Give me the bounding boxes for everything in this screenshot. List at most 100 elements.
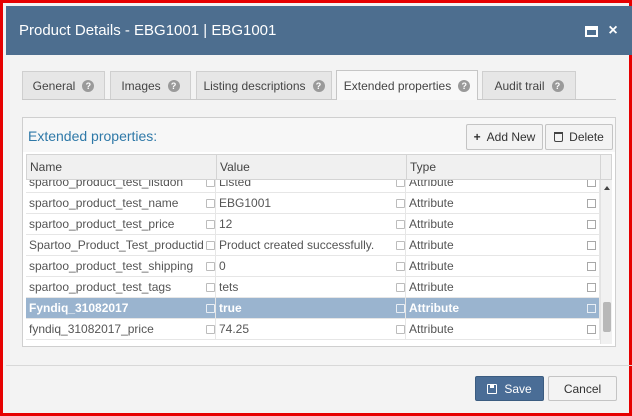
cell-value[interactable]: 12: [216, 214, 406, 235]
title-bar: Product Details - EBG1001 | EBG1001 ×: [6, 6, 632, 55]
scrollbar-thumb[interactable]: [603, 302, 611, 332]
grid-header: Name Value Type: [26, 154, 612, 180]
cell-type: Attribute: [406, 214, 600, 235]
delete-label: Delete: [569, 130, 604, 144]
save-button[interactable]: Save: [475, 376, 544, 401]
cell-value[interactable]: true: [216, 298, 406, 319]
tab-listing-descriptions[interactable]: Listing descriptions ?: [196, 71, 332, 99]
dropdown-icon[interactable]: [587, 241, 596, 250]
column-header-name[interactable]: Name: [27, 155, 217, 179]
extended-properties-panel: Extended properties: + Add New Delete Na…: [22, 117, 616, 347]
cell-name: Fyndiq_31082017: [26, 298, 216, 319]
pencil-icon[interactable]: [206, 325, 215, 334]
pencil-icon[interactable]: [396, 220, 405, 229]
dropdown-icon[interactable]: [587, 262, 596, 271]
table-row[interactable]: spartoo_product_test_name EBG1001 Attrib…: [26, 193, 600, 214]
close-icon[interactable]: ×: [605, 22, 621, 39]
table-row[interactable]: spartoo_product_test_shipping 0 Attribut…: [26, 256, 600, 277]
cell-name: spartoo_product_test_price: [26, 214, 216, 235]
dropdown-icon[interactable]: [587, 220, 596, 229]
pencil-icon[interactable]: [206, 283, 215, 292]
tab-general[interactable]: General ?: [22, 71, 105, 99]
pencil-icon[interactable]: [206, 199, 215, 208]
save-label: Save: [504, 381, 532, 396]
table-row[interactable]: spartoo_product_test_tags tets Attribute: [26, 277, 600, 298]
tab-bar: General ? Images ? Listing descriptions …: [22, 70, 616, 100]
dropdown-icon[interactable]: [587, 180, 596, 187]
cell-name: fyndiq_31082017_price: [26, 319, 216, 340]
pencil-icon[interactable]: [396, 199, 405, 208]
grid-rows: spartoo_product_test_listdon Listed Attr…: [26, 180, 600, 344]
dialog-frame: Product Details - EBG1001 | EBG1001 × Ge…: [0, 0, 632, 416]
cell-name: Spartoo_Product_Test_productid: [26, 235, 216, 256]
cell-value[interactable]: tets: [216, 277, 406, 298]
trash-icon: [554, 132, 564, 142]
dropdown-icon[interactable]: [587, 325, 596, 334]
tab-label: Audit trail: [494, 78, 545, 93]
vertical-scrollbar[interactable]: [600, 180, 612, 344]
panel-title: Extended properties:: [28, 128, 158, 144]
maximize-icon[interactable]: [583, 23, 599, 39]
add-new-label: Add New: [486, 130, 536, 144]
table-row[interactable]: Spartoo_Product_Test_productid Product c…: [26, 235, 600, 256]
pencil-icon[interactable]: [206, 304, 215, 313]
pencil-icon[interactable]: [206, 262, 215, 271]
cell-name: spartoo_product_test_listdon: [26, 180, 216, 193]
cell-value[interactable]: 74.25: [216, 319, 406, 340]
table-row[interactable]: fyndiq_31082017_price 74.25 Attribute: [26, 319, 600, 340]
pencil-icon[interactable]: [396, 180, 405, 187]
panel-header: Extended properties: + Add New Delete: [23, 118, 615, 152]
tab-label: General: [32, 78, 76, 93]
dropdown-icon[interactable]: [396, 304, 405, 313]
footer-divider: [6, 365, 632, 366]
floppy-disk-icon: [487, 383, 498, 394]
column-header-value[interactable]: Value: [217, 155, 407, 179]
pencil-icon[interactable]: [396, 283, 405, 292]
pencil-icon[interactable]: [206, 180, 215, 187]
dropdown-icon[interactable]: [587, 199, 596, 208]
question-circle-icon[interactable]: ?: [312, 79, 325, 92]
column-header-type[interactable]: Type: [407, 155, 601, 179]
pencil-icon[interactable]: [206, 241, 215, 250]
table-row[interactable]: spartoo_product_test_listdon Listed Attr…: [26, 180, 600, 193]
cell-value[interactable]: Listed: [216, 180, 406, 193]
cell-value[interactable]: EBG1001: [216, 193, 406, 214]
add-new-button[interactable]: + Add New: [466, 124, 543, 150]
question-circle-icon[interactable]: ?: [551, 79, 564, 92]
pencil-icon[interactable]: [396, 262, 405, 271]
cell-type: Attribute: [406, 180, 600, 193]
cell-type: Attribute: [406, 256, 600, 277]
cancel-button[interactable]: Cancel: [548, 376, 617, 401]
cell-type: Attribute: [406, 277, 600, 298]
cell-name: spartoo_product_test_name: [26, 193, 216, 214]
tab-label: Extended properties: [343, 78, 452, 93]
question-circle-icon[interactable]: ?: [82, 79, 95, 92]
cancel-label: Cancel: [563, 381, 602, 396]
pencil-icon[interactable]: [396, 241, 405, 250]
question-circle-icon[interactable]: ?: [458, 79, 471, 92]
question-circle-icon[interactable]: ?: [167, 79, 180, 92]
plus-icon: +: [473, 130, 481, 144]
table-row[interactable]: spartoo_product_test_price 12 Attribute: [26, 214, 600, 235]
cell-type: Attribute: [406, 235, 600, 256]
delete-button[interactable]: Delete: [545, 124, 613, 150]
tab-audit-trail[interactable]: Audit trail ?: [482, 71, 576, 99]
properties-grid: Name Value Type spartoo_product_test_lis…: [26, 154, 612, 344]
cell-name: spartoo_product_test_shipping: [26, 256, 216, 277]
pencil-icon[interactable]: [206, 220, 215, 229]
cell-name: spartoo_product_test_tags: [26, 277, 216, 298]
cell-type: Attribute: [406, 319, 600, 340]
dropdown-icon[interactable]: [587, 304, 596, 313]
tab-extended-properties[interactable]: Extended properties ?: [336, 70, 478, 100]
dropdown-icon[interactable]: [587, 283, 596, 292]
tab-label: Images: [121, 78, 161, 93]
cell-type: Attribute: [406, 193, 600, 214]
pencil-icon[interactable]: [396, 325, 405, 334]
cell-value[interactable]: 0: [216, 256, 406, 277]
window-title: Product Details - EBG1001 | EBG1001: [19, 22, 277, 39]
table-row-selected[interactable]: Fyndiq_31082017 true Attribute: [26, 298, 600, 319]
cell-value[interactable]: Product created successfully.: [216, 235, 406, 256]
tab-images[interactable]: Images ?: [110, 71, 191, 99]
tab-label: Listing descriptions: [203, 78, 306, 93]
scroll-up-icon[interactable]: [604, 186, 610, 190]
